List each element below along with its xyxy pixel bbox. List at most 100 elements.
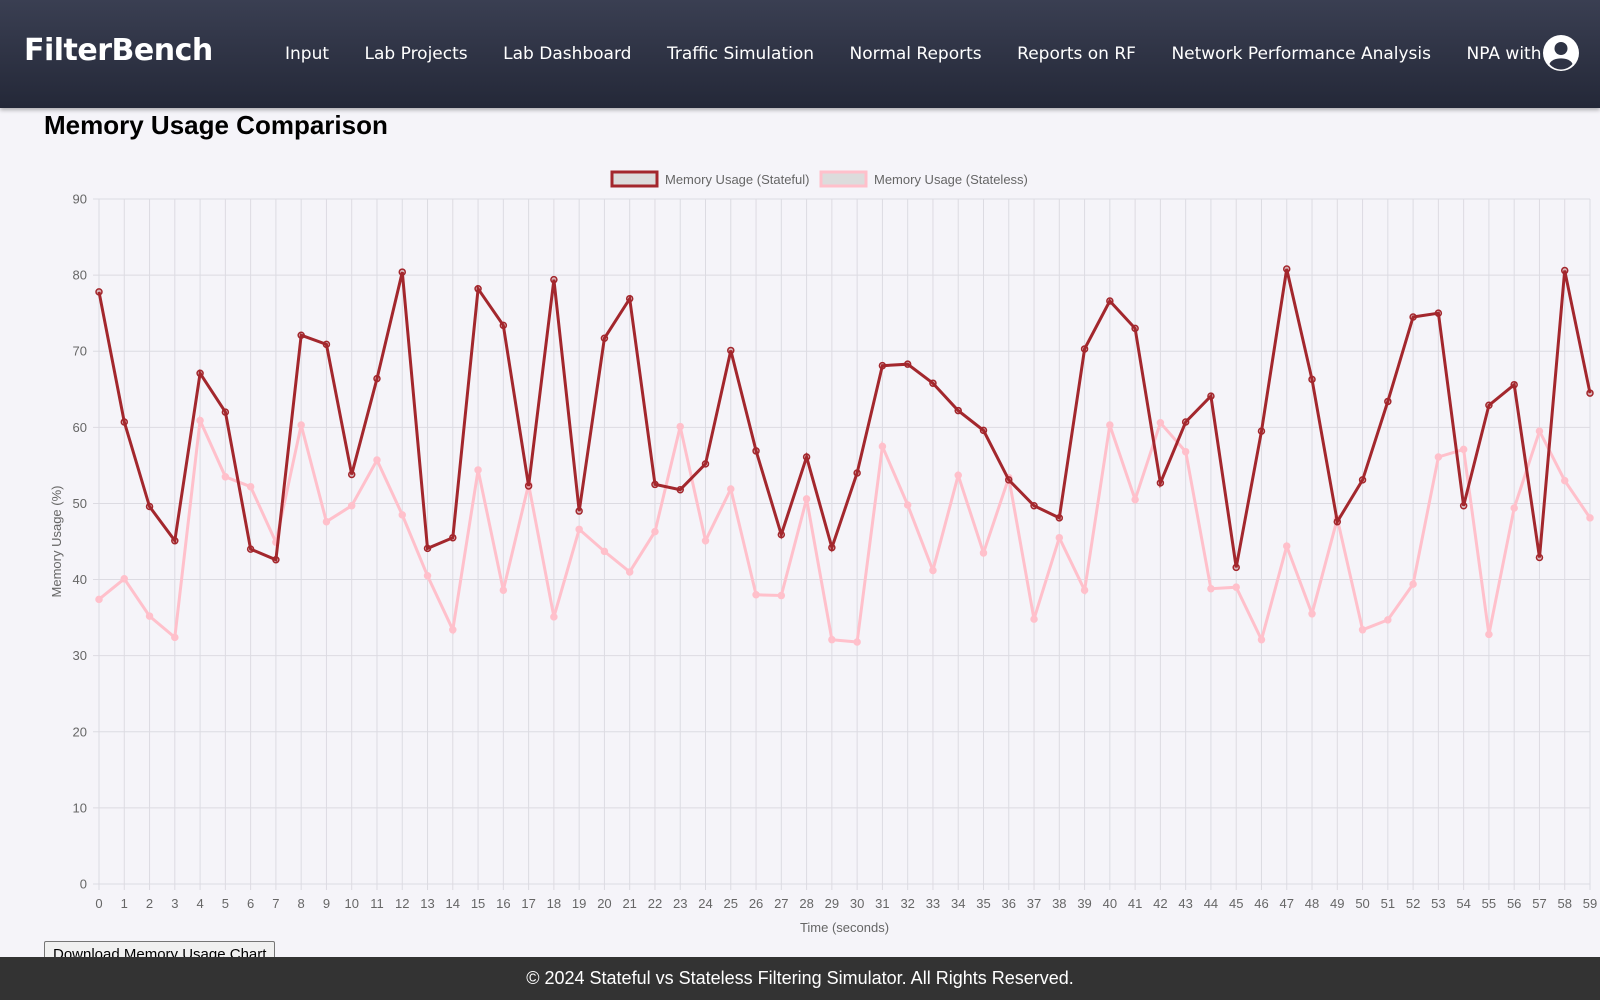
legend-swatch <box>610 170 659 188</box>
y-tick-label: 40 <box>73 572 87 587</box>
data-point <box>600 547 609 556</box>
data-point <box>676 422 684 431</box>
x-tick-label: 42 <box>1153 896 1167 911</box>
data-point <box>878 442 887 451</box>
data-point <box>1055 533 1064 542</box>
y-tick-label: 60 <box>73 420 87 435</box>
x-tick-label: 3 <box>171 896 178 911</box>
data-point <box>1030 501 1038 510</box>
nav-link-network-performance-analysis[interactable]: Network Performance Analysis <box>1171 44 1431 64</box>
data-point <box>524 482 533 490</box>
x-tick-label: 19 <box>572 896 586 911</box>
data-point <box>828 543 836 552</box>
data-point <box>221 408 230 416</box>
data-point <box>1257 427 1266 435</box>
series-line <box>98 414 1592 644</box>
data-point <box>979 549 988 557</box>
x-tick-label: 13 <box>420 896 434 911</box>
nav-link-traffic-simulation[interactable]: Traffic Simulation <box>667 44 814 64</box>
data-point <box>1384 397 1392 406</box>
x-tick-label: 46 <box>1254 896 1268 911</box>
data-point <box>1106 421 1114 429</box>
data-point <box>1055 514 1064 522</box>
x-tick-label: 56 <box>1507 896 1521 911</box>
data-point <box>853 469 861 477</box>
x-tick-label: 26 <box>749 896 763 911</box>
nav-links: Input Lab Projects Lab Dashboard Traffic… <box>285 0 1600 108</box>
y-tick-label: 10 <box>73 800 87 815</box>
data-point <box>1434 453 1443 461</box>
data-point <box>1409 580 1417 588</box>
data-point <box>878 361 887 370</box>
x-tick-label: 54 <box>1456 896 1470 911</box>
legend-label: Memory Usage (Stateful) <box>665 172 810 187</box>
nav-link-lab-dashboard[interactable]: Lab Dashboard <box>503 44 631 64</box>
data-point <box>651 480 659 489</box>
nav-link-reports-on-rf[interactable]: Reports on RF <box>1017 44 1136 64</box>
x-tick-label: 37 <box>1027 896 1041 911</box>
x-tick-label: 12 <box>395 896 409 911</box>
legend-label: Memory Usage (Stateless) <box>874 172 1028 187</box>
data-point <box>1232 583 1240 591</box>
nav-link-input[interactable]: Input <box>285 44 329 64</box>
data-point <box>95 595 103 604</box>
data-point <box>1586 514 1594 522</box>
x-tick-label: 20 <box>597 896 611 911</box>
data-point <box>1333 517 1342 526</box>
data-point <box>1586 389 1594 397</box>
data-point <box>752 591 760 599</box>
data-point <box>550 275 558 284</box>
data-point <box>727 485 735 493</box>
data-point <box>1207 584 1215 593</box>
x-tick-label: 22 <box>648 896 662 911</box>
y-tick-label: 30 <box>73 648 87 663</box>
data-point <box>1535 553 1544 562</box>
x-tick-label: 47 <box>1280 896 1294 911</box>
data-point <box>196 416 204 425</box>
data-point <box>120 575 129 583</box>
data-point <box>1510 380 1518 389</box>
data-point <box>373 456 381 464</box>
y-tick-label: 20 <box>73 724 87 739</box>
data-point <box>1282 542 1291 550</box>
x-tick-label: 52 <box>1406 896 1420 911</box>
memory-usage-chart: 0 1 2 3 4 5 6 7 8 9 10 11 12 13 14 15 16 17 18 19 20 21 22 23 24… <box>49 170 1597 935</box>
brand-logo[interactable]: FilterBench <box>24 33 213 68</box>
user-avatar-icon[interactable] <box>1543 35 1579 71</box>
data-point <box>373 374 381 383</box>
data-point <box>802 495 811 503</box>
nav-link-lab-projects[interactable]: Lab Projects <box>365 44 468 64</box>
data-point <box>449 626 457 634</box>
data-point <box>499 321 508 330</box>
x-tick-label: 21 <box>622 896 636 911</box>
data-point <box>120 418 129 426</box>
legend-swatch <box>819 170 868 188</box>
data-point <box>1181 418 1190 426</box>
nav-link-normal-reports[interactable]: Normal Reports <box>850 44 982 64</box>
data-point <box>1156 419 1165 427</box>
data-point <box>145 502 154 511</box>
data-point <box>727 346 735 355</box>
data-point <box>1080 586 1089 594</box>
data-point <box>1308 375 1316 384</box>
data-point <box>1358 476 1367 484</box>
chart-legend: Memory Usage (Stateful) Memory Usage (Sta… <box>610 170 1028 188</box>
data-point <box>777 591 786 600</box>
data-point <box>625 294 634 303</box>
data-point <box>1106 297 1114 305</box>
data-point <box>1080 345 1089 353</box>
data-point <box>1131 324 1139 333</box>
data-point <box>1030 615 1038 623</box>
x-tick-label: 58 <box>1557 896 1571 911</box>
data-point <box>246 545 255 553</box>
data-point <box>701 536 710 545</box>
data-point <box>347 501 356 510</box>
x-tick-label: 30 <box>850 896 864 911</box>
data-point <box>979 426 988 435</box>
y-tick-label: 90 <box>73 192 87 207</box>
data-point <box>221 473 230 481</box>
data-point <box>347 470 356 479</box>
x-tick-label: 50 <box>1355 896 1369 911</box>
x-tick-label: 23 <box>673 896 687 911</box>
y-tick-label: 70 <box>73 344 87 359</box>
